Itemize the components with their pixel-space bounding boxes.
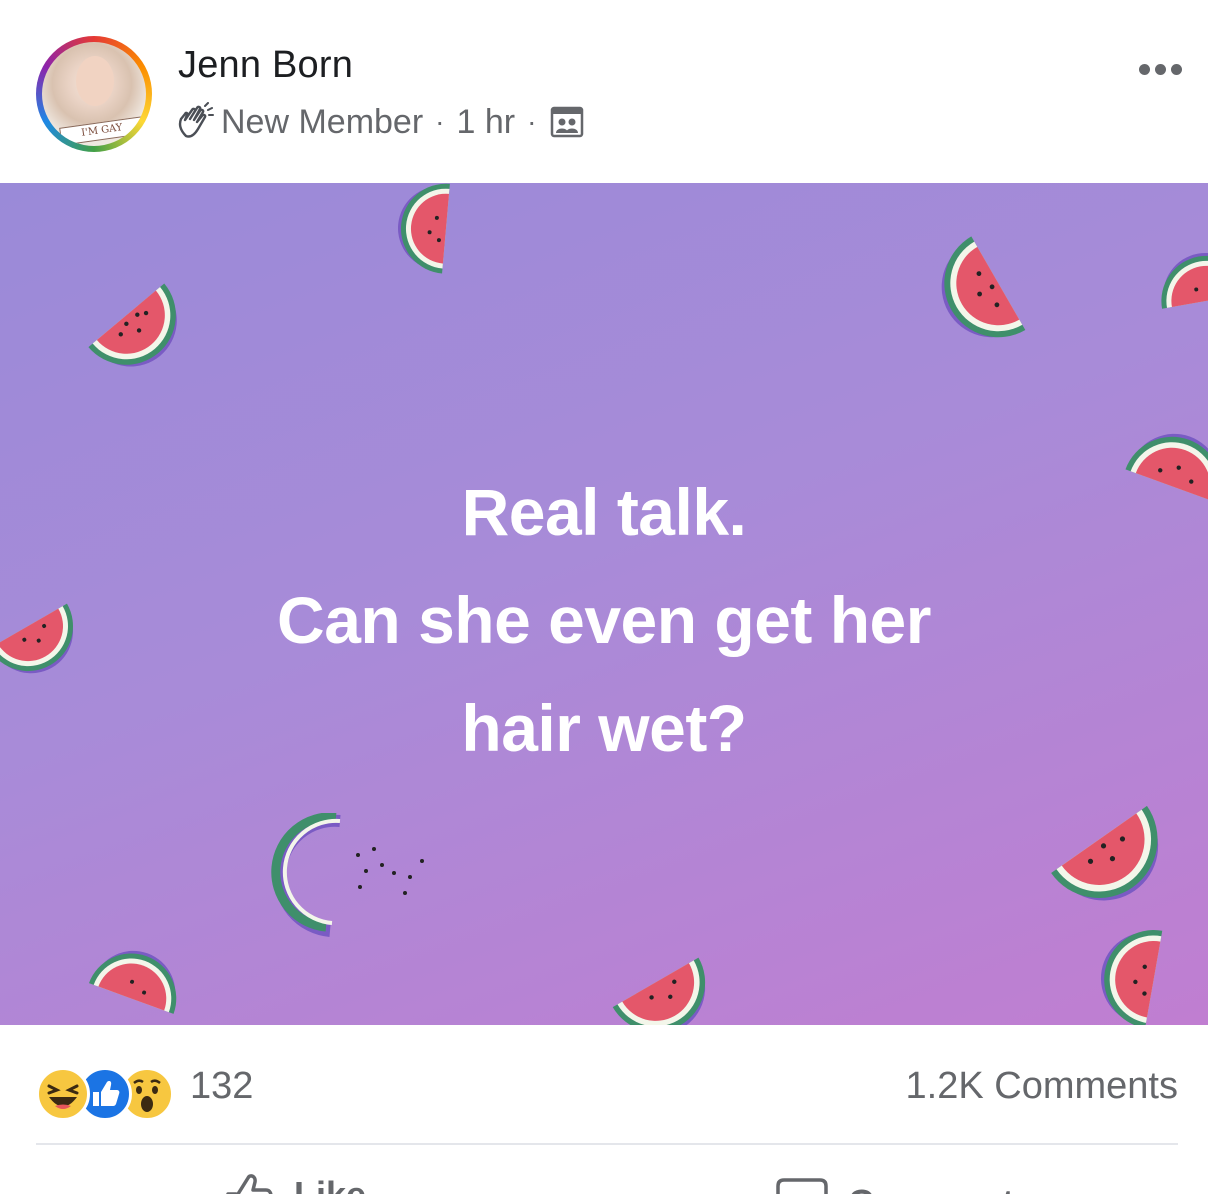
watermelon-icon xyxy=(1101,930,1163,1025)
post-background-card[interactable]: Real talk. Can she even get her hair wet… xyxy=(0,183,1208,1025)
avatar-face xyxy=(76,56,114,106)
like-button[interactable]: Like xyxy=(220,1168,366,1194)
avatar-frame-banner: I'M GAY xyxy=(59,116,145,146)
watermelon-rind-icon xyxy=(271,813,424,937)
comment-bubble-icon xyxy=(776,1178,828,1194)
watermelon-icon xyxy=(1161,252,1208,309)
watermelon-icon xyxy=(88,283,177,367)
thumbs-up-icon xyxy=(226,1174,273,1194)
post-meta: New Member · 1 hr · xyxy=(175,100,584,144)
waving-hand-icon xyxy=(178,102,214,138)
reaction-icons[interactable] xyxy=(36,1063,186,1123)
post-text-line: hair wet? xyxy=(461,691,747,765)
actions-divider xyxy=(36,1143,1178,1145)
action-bar: Like Comment xyxy=(0,1146,1208,1194)
post-timestamp[interactable]: 1 hr xyxy=(457,103,516,142)
comment-button[interactable]: Comment xyxy=(774,1176,1014,1194)
watermelon-icon xyxy=(88,950,177,1014)
author-name[interactable]: Jenn Born xyxy=(178,44,353,87)
member-badge[interactable]: New Member xyxy=(221,103,423,142)
post-text: Real talk. Can she even get her hair wet… xyxy=(0,458,1208,782)
watermelon-icon xyxy=(398,183,450,274)
meta-separator: · xyxy=(527,106,537,137)
more-options-icon[interactable] xyxy=(1139,64,1182,75)
watermelon-icon xyxy=(612,957,706,1025)
comment-label: Comment xyxy=(848,1182,1014,1194)
reaction-count[interactable]: 132 xyxy=(190,1065,253,1108)
post-text-line: Can she even get her xyxy=(277,583,931,657)
like-label: Like xyxy=(294,1174,366,1194)
watermelon-icon xyxy=(1051,805,1159,901)
author-avatar[interactable]: I'M GAY xyxy=(36,36,152,152)
comments-count[interactable]: 1.2K Comments xyxy=(906,1065,1178,1108)
watermelon-icon xyxy=(941,236,1026,338)
avatar-photo: I'M GAY xyxy=(42,42,146,146)
reactions-summary: 132 1.2K Comments xyxy=(0,1025,1208,1145)
post-text-line: Real talk. xyxy=(461,475,747,549)
meta-separator: · xyxy=(435,106,445,137)
haha-reaction-icon xyxy=(36,1067,90,1121)
group-audience-icon[interactable] xyxy=(550,105,584,139)
post-header: I'M GAY Jenn Born New Member · 1 hr · xyxy=(0,0,1208,183)
